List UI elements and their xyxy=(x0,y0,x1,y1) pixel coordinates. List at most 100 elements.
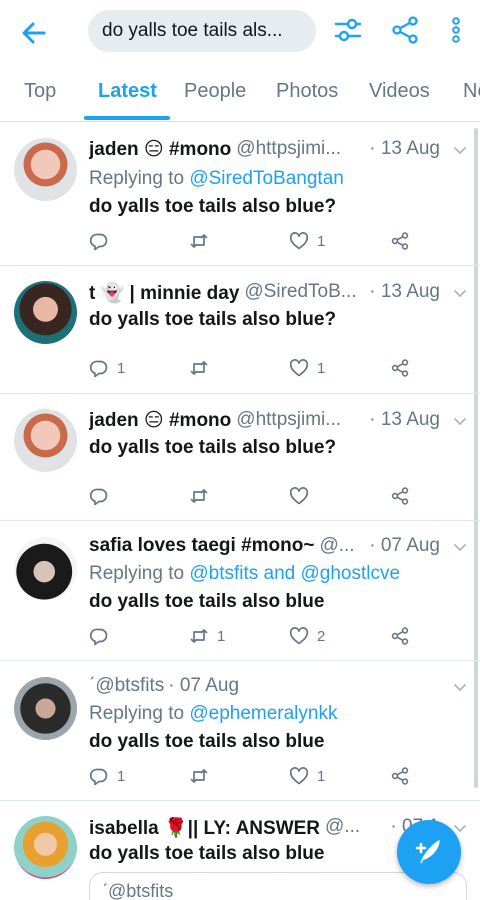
like-button[interactable] xyxy=(289,486,317,506)
like-button[interactable]: 2 xyxy=(289,626,325,646)
search-input[interactable]: do yalls toe tails als... xyxy=(88,10,316,52)
mention-link[interactable]: @btsfits and @ghostlcve xyxy=(189,563,400,584)
reply-button[interactable]: 1 xyxy=(89,358,125,378)
search-tabs: Top Latest People Photos Videos News xyxy=(0,66,480,122)
author-handle: @httpsjimi... xyxy=(236,138,342,159)
reply-button[interactable] xyxy=(89,486,117,506)
heart-icon xyxy=(289,766,309,786)
retweet-button[interactable] xyxy=(189,486,217,506)
tweet-header: jaden 😑 #mono @httpsjimi... · 13 Aug xyxy=(89,138,440,164)
tweet-text: do yalls toe tails also blue? xyxy=(89,309,337,330)
share-tweet-button[interactable] xyxy=(390,486,410,506)
like-button[interactable]: 1 xyxy=(289,358,325,378)
share-tweet-button[interactable] xyxy=(390,358,410,378)
share-icon xyxy=(392,16,418,44)
reply-button[interactable]: 1 xyxy=(89,766,125,786)
tweet[interactable]: safia loves taegi #mono~ @... · 07 Aug R… xyxy=(0,521,480,661)
tweet-actions xyxy=(89,486,419,510)
retweet-button[interactable] xyxy=(189,766,217,786)
mention-link[interactable]: @ephemeralynkk xyxy=(189,703,337,724)
tab-photos[interactable]: Photos xyxy=(276,80,338,103)
comment-icon xyxy=(89,231,109,251)
chevron-down-icon[interactable] xyxy=(452,679,468,695)
author-handle: @... xyxy=(325,816,361,837)
avatar[interactable] xyxy=(14,816,77,879)
tab-top[interactable]: Top xyxy=(24,80,56,103)
share-tweet-button[interactable] xyxy=(390,231,410,251)
tab-people[interactable]: People xyxy=(184,80,246,103)
tweet-text: do yalls toe tails also blue? xyxy=(89,196,337,217)
author-name[interactable]: jaden 😑 #mono xyxy=(89,409,231,435)
author-name[interactable]: jaden 😑 #mono xyxy=(89,138,231,164)
like-button[interactable]: 1 xyxy=(289,766,325,786)
search-filter-button[interactable] xyxy=(333,15,363,45)
retweet-icon xyxy=(189,626,209,646)
tab-news[interactable]: News xyxy=(463,80,480,103)
tweet-header: t 👻 | minnie day @SiredToB... · 13 Aug xyxy=(89,281,440,307)
tweet-header: safia loves taegi #mono~ @... · 07 Aug xyxy=(89,535,440,561)
share-icon xyxy=(390,626,410,646)
tweet[interactable]: ˊ @btsfits · 07 Aug Replying to @ephemer… xyxy=(0,661,480,801)
like-count: 1 xyxy=(317,232,326,250)
share-icon xyxy=(390,486,410,506)
reply-button[interactable] xyxy=(89,231,117,251)
like-count: 1 xyxy=(317,767,326,785)
author-handle: @btsfits xyxy=(95,675,165,696)
comment-icon xyxy=(89,626,109,646)
avatar[interactable] xyxy=(14,409,77,472)
heart-icon xyxy=(289,486,309,506)
author-handle: @... xyxy=(319,535,355,556)
like-count: 2 xyxy=(317,627,326,645)
heart-icon xyxy=(289,626,309,646)
author-name[interactable]: t 👻 | minnie day xyxy=(89,281,239,307)
share-search-button[interactable] xyxy=(390,15,420,45)
author-name[interactable]: safia loves taegi #mono~ xyxy=(89,535,314,561)
top-bar: do yalls toe tails als... xyxy=(0,0,480,66)
retweet-button[interactable] xyxy=(189,358,217,378)
retweet-icon xyxy=(189,231,209,251)
mention-link[interactable]: @SiredToBangtan xyxy=(189,168,344,189)
comment-icon xyxy=(89,486,109,506)
replying-to: Replying to @ephemeralynkk xyxy=(89,703,338,724)
retweet-icon xyxy=(189,766,209,786)
tweet-time: · 07 Aug xyxy=(369,535,440,556)
author-handle: @httpsjimi... xyxy=(236,409,342,430)
share-icon xyxy=(390,231,410,251)
chevron-down-icon[interactable] xyxy=(452,413,468,429)
active-tab-indicator xyxy=(84,116,170,120)
chevron-down-icon[interactable] xyxy=(452,285,468,301)
retweet-button[interactable] xyxy=(189,231,217,251)
tweet-text: do yalls toe tails also blue? xyxy=(89,437,337,458)
back-button[interactable] xyxy=(18,17,50,49)
tweet-actions: 1 1 xyxy=(89,358,419,382)
tweet-text: do yalls toe tails also blue xyxy=(89,591,325,612)
tweet[interactable]: jaden 😑 #mono @httpsjimi... · 13 Aug Rep… xyxy=(0,123,480,266)
reply-count: 1 xyxy=(117,359,126,377)
tweet-text: do yalls toe tails also blue xyxy=(89,843,325,864)
chevron-down-icon[interactable] xyxy=(452,142,468,158)
avatar[interactable] xyxy=(14,281,77,344)
avatar[interactable] xyxy=(14,537,77,600)
share-tweet-button[interactable] xyxy=(390,626,410,646)
tweet-header: jaden 😑 #mono @httpsjimi... · 13 Aug xyxy=(89,409,440,435)
replying-to: Replying to @btsfits and @ghostlcve xyxy=(89,563,401,584)
tab-latest[interactable]: Latest xyxy=(98,80,157,103)
tweet[interactable]: t 👻 | minnie day @SiredToB... · 13 Aug d… xyxy=(0,266,480,394)
avatar[interactable] xyxy=(14,677,77,740)
replying-to: Replying to @SiredToBangtan xyxy=(89,168,344,189)
compose-tweet-button[interactable] xyxy=(397,820,461,884)
tweet-header: isabella 🌹|| LY: ANSWER @... · 07 A xyxy=(89,816,440,842)
author-name[interactable]: isabella 🌹|| LY: ANSWER xyxy=(89,816,320,842)
retweet-button[interactable]: 1 xyxy=(189,626,225,646)
tweet-time: · 13 Aug xyxy=(369,138,440,159)
tweet[interactable]: jaden 😑 #mono @httpsjimi... · 13 Aug do … xyxy=(0,394,480,521)
avatar[interactable] xyxy=(14,138,77,201)
chevron-down-icon[interactable] xyxy=(452,539,468,555)
tweet-time: · 07 Aug xyxy=(168,675,240,696)
like-button[interactable]: 1 xyxy=(289,231,325,251)
reply-button[interactable] xyxy=(89,626,117,646)
more-options-button[interactable] xyxy=(441,15,471,45)
retweet-icon xyxy=(189,486,209,506)
share-tweet-button[interactable] xyxy=(390,766,410,786)
tab-videos[interactable]: Videos xyxy=(369,80,430,103)
